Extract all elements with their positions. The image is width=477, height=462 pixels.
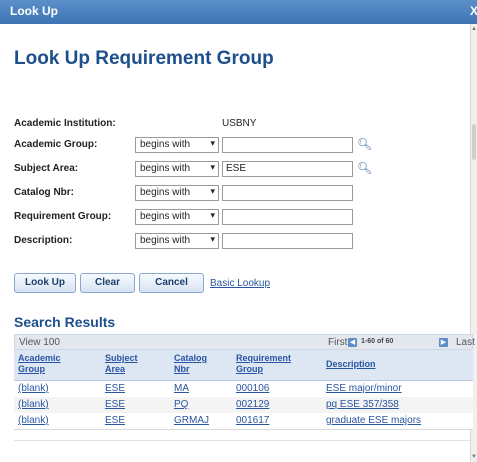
cell-academic-group[interactable]: (blank): [18, 399, 49, 410]
catalog-nbr-input[interactable]: [222, 185, 353, 201]
academic-institution-label: Academic Institution:: [14, 118, 116, 129]
scrollbar-thumb[interactable]: [472, 124, 476, 160]
academic-group-operator-select[interactable]: begins with ▾: [135, 137, 219, 153]
cell-catalog-nbr[interactable]: MA: [174, 383, 189, 394]
description-operator-select[interactable]: begins with ▾: [135, 233, 219, 249]
description-label: Description:: [14, 235, 73, 246]
first-link[interactable]: First: [328, 337, 347, 348]
clear-button[interactable]: Clear: [80, 273, 135, 293]
chevron-down-icon: ▾: [210, 210, 215, 220]
cell-subject-area[interactable]: ESE: [105, 415, 125, 426]
cell-catalog-nbr[interactable]: PQ: [174, 399, 188, 410]
cell-description[interactable]: pq ESE 357/358: [326, 399, 399, 410]
cell-subject-area[interactable]: ESE: [105, 383, 125, 394]
cell-academic-group[interactable]: (blank): [18, 415, 49, 426]
scroll-down-icon[interactable]: ▼: [471, 454, 477, 460]
search-results-title: Search Results: [14, 314, 116, 330]
window-title-bar: Look Up X: [0, 0, 477, 24]
cell-subject-area[interactable]: ESE: [105, 399, 125, 410]
requirement-group-label: Requirement Group:: [14, 211, 112, 222]
subject-area-label: Subject Area:: [14, 163, 79, 174]
academic-group-lookup-icon[interactable]: 🔍︎: [357, 137, 372, 151]
cell-description[interactable]: ESE major/minor: [326, 383, 402, 394]
academic-group-input[interactable]: [222, 137, 353, 153]
column-header-academic-group[interactable]: Academic Group: [18, 353, 61, 375]
chevron-down-icon: ▾: [210, 138, 215, 148]
table-row: (blank) ESE PQ 002129 pq ESE 357/358: [14, 397, 473, 414]
chevron-down-icon: ▾: [210, 162, 215, 172]
catalog-nbr-label: Catalog Nbr:: [14, 187, 74, 198]
scroll-up-icon[interactable]: ▲: [471, 26, 477, 32]
requirement-group-operator-select[interactable]: begins with ▾: [135, 209, 219, 225]
basic-lookup-link[interactable]: Basic Lookup: [210, 278, 270, 289]
requirement-group-input[interactable]: [222, 209, 353, 225]
previous-page-icon[interactable]: ◀: [348, 338, 357, 347]
chevron-down-icon: ▾: [210, 234, 215, 244]
view-100-link[interactable]: View 100: [19, 337, 60, 348]
column-header-requirement-group[interactable]: Requirement Group: [236, 353, 291, 375]
column-header-catalog-nbr[interactable]: Catalog Nbr: [174, 353, 207, 375]
description-input[interactable]: [222, 233, 353, 249]
last-link[interactable]: Last: [456, 337, 475, 348]
column-header-description[interactable]: Description: [326, 359, 376, 370]
look-up-button[interactable]: Look Up: [14, 273, 76, 293]
window-title: Look Up: [10, 4, 58, 18]
subject-area-lookup-icon[interactable]: 🔍︎: [357, 161, 372, 175]
subject-area-operator-select[interactable]: begins with ▾: [135, 161, 219, 177]
divider: [14, 440, 473, 441]
results-range: 1-60 of 60: [361, 338, 394, 345]
close-icon[interactable]: X: [470, 4, 477, 18]
academic-institution-value: USBNY: [222, 118, 257, 129]
results-table-header: Academic Group Subject Area Catalog Nbr Req…: [14, 350, 473, 381]
next-page-icon[interactable]: ▶: [439, 338, 448, 347]
catalog-nbr-operator-select[interactable]: begins with ▾: [135, 185, 219, 201]
cell-requirement-group[interactable]: 000106: [236, 383, 269, 394]
cell-description[interactable]: graduate ESE majors: [326, 415, 421, 426]
cell-requirement-group[interactable]: 001617: [236, 415, 269, 426]
page-title: Look Up Requirement Group: [14, 48, 274, 69]
table-row: (blank) ESE GRMAJ 001617 graduate ESE ma…: [14, 413, 473, 430]
cell-catalog-nbr[interactable]: GRMAJ: [174, 415, 209, 426]
academic-group-label: Academic Group:: [14, 139, 98, 150]
chevron-down-icon: ▾: [210, 186, 215, 196]
cell-requirement-group[interactable]: 002129: [236, 399, 269, 410]
cancel-button[interactable]: Cancel: [139, 273, 204, 293]
table-row: (blank) ESE MA 000106 ESE major/minor: [14, 381, 473, 398]
subject-area-input[interactable]: ESE: [222, 161, 353, 177]
cell-academic-group[interactable]: (blank): [18, 383, 49, 394]
results-navigation-bar: View 100 First ◀ 1-60 of 60 ▶ Last: [14, 334, 475, 350]
column-header-subject-area[interactable]: Subject Area: [105, 353, 138, 375]
